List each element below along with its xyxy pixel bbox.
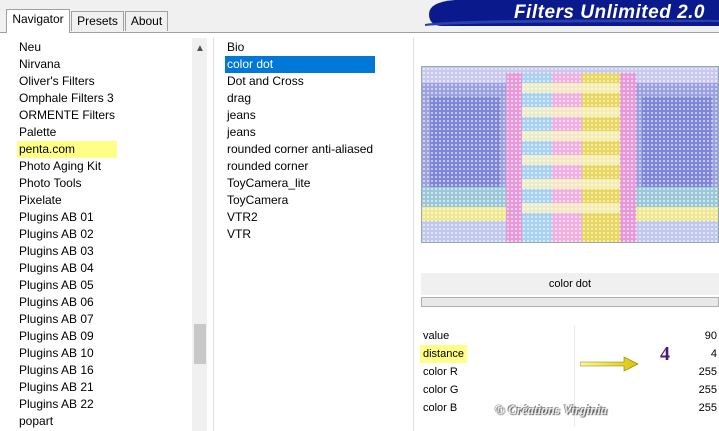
category-list: Neu Nirvana Oliver's Filters Omphale Filter…	[17, 39, 117, 430]
filter-item[interactable]: jeans	[225, 124, 375, 141]
filter-control-title: color dot	[421, 273, 719, 295]
category-item[interactable]: Plugins AB 03	[17, 243, 117, 260]
tab-about[interactable]: About	[125, 11, 168, 31]
filter-item[interactable]: ToyCamera	[225, 192, 375, 209]
filter-item[interactable]: Bio	[225, 39, 375, 56]
filter-item[interactable]: rounded corner	[225, 158, 375, 175]
category-item[interactable]: Plugins AB 16	[17, 362, 117, 379]
scroll-up-icon[interactable]: ▲	[195, 43, 205, 54]
category-item[interactable]: Pixelate	[17, 192, 117, 209]
divider	[413, 38, 414, 431]
category-item[interactable]: penta.com	[17, 141, 117, 158]
category-item[interactable]: Oliver's Filters	[17, 73, 117, 90]
category-item[interactable]: Photo Tools	[17, 175, 117, 192]
category-item[interactable]: popart	[17, 413, 117, 430]
annotation-arrow-icon	[580, 356, 639, 372]
filter-item[interactable]: drag	[225, 90, 375, 107]
param-label: distance	[420, 345, 467, 363]
param-value[interactable]: 255	[699, 381, 717, 399]
category-item[interactable]: Plugins AB 06	[17, 294, 117, 311]
category-item[interactable]: Plugins AB 02	[17, 226, 117, 243]
param-value[interactable]: 255	[699, 363, 717, 381]
param-label: color R	[423, 366, 458, 378]
category-item[interactable]: Nirvana	[17, 56, 117, 73]
category-scrollbar[interactable]	[192, 38, 207, 431]
param-value[interactable]: 90	[705, 327, 717, 345]
filter-item[interactable]: jeans	[225, 107, 375, 124]
divider	[213, 38, 214, 431]
category-item[interactable]: Plugins AB 04	[17, 260, 117, 277]
category-item[interactable]: Plugins AB 05	[17, 277, 117, 294]
category-item[interactable]: Plugins AB 07	[17, 311, 117, 328]
category-item[interactable]: Plugins AB 10	[17, 345, 117, 362]
category-item[interactable]: Plugins AB 09	[17, 328, 117, 345]
scroll-thumb[interactable]	[194, 324, 206, 364]
tab-presets[interactable]: Presets	[71, 11, 124, 31]
filter-list: Bio color dot Dot and Cross drag jeans jeans r…	[225, 39, 376, 243]
category-item[interactable]: Plugins AB 22	[17, 396, 117, 413]
category-item[interactable]: Neu	[17, 39, 117, 56]
tab-navigator[interactable]: Navigator	[6, 9, 70, 33]
tab-bar: Navigator Presets About	[0, 0, 430, 33]
param-value[interactable]: 255	[699, 399, 717, 417]
filter-item[interactable]: ToyCamera_lite	[225, 175, 375, 192]
param-label: color B	[423, 402, 458, 414]
filter-item[interactable]: VTR2	[225, 209, 375, 226]
app-title: Filters Unlimited 2.0	[513, 2, 705, 23]
filter-item[interactable]: VTR	[225, 226, 375, 243]
param-value[interactable]: 4	[711, 345, 717, 363]
param-label: color G	[423, 384, 459, 396]
category-item[interactable]: Photo Aging Kit	[17, 158, 117, 175]
category-item[interactable]: Plugins AB 21	[17, 379, 117, 396]
preview-image	[421, 66, 719, 243]
category-item[interactable]: ORMENTE Filters	[17, 107, 117, 124]
annotation-number: 4	[660, 343, 670, 365]
category-item[interactable]: Plugins AB 01	[17, 209, 117, 226]
app-banner: Filters Unlimited 2.0	[425, 0, 719, 26]
watermark: © Créations Virginia	[495, 402, 608, 417]
filter-item[interactable]: rounded corner anti-aliased	[225, 141, 375, 158]
category-item[interactable]: Palette	[17, 124, 117, 141]
param-label: value	[423, 330, 450, 342]
filter-item[interactable]: Dot and Cross	[225, 73, 375, 90]
filter-item[interactable]: color dot	[225, 56, 376, 73]
control-slider[interactable]	[421, 297, 719, 307]
category-item[interactable]: Omphale Filters 3	[17, 90, 117, 107]
